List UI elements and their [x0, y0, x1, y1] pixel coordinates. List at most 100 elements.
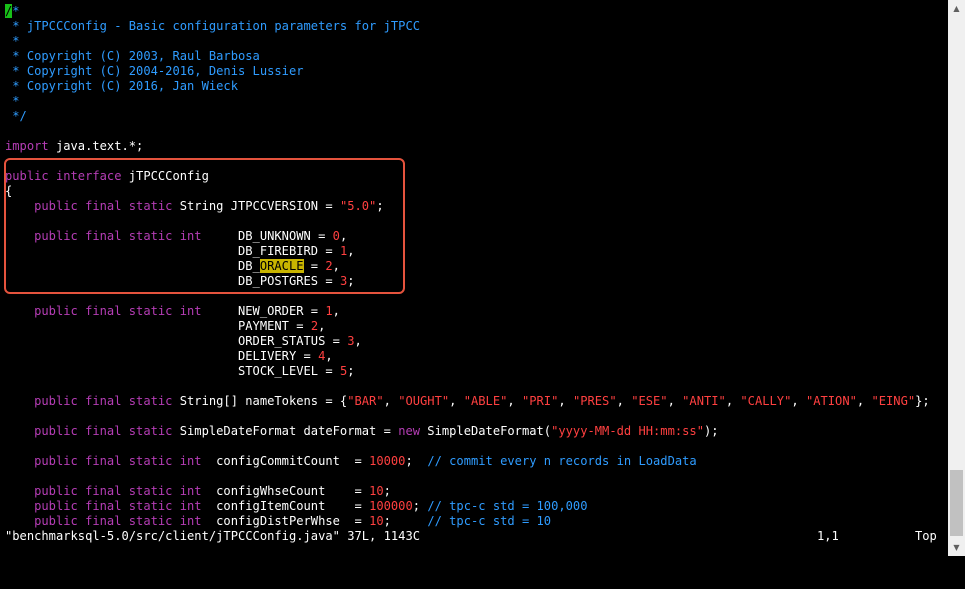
code-line: PAYMENT = 2,	[5, 319, 945, 334]
code-token: ;	[412, 499, 428, 513]
code-token: "5.0"	[339, 199, 377, 213]
code-token: ,	[725, 394, 741, 408]
code-token: 3	[347, 334, 355, 348]
code-token: ,	[354, 334, 362, 348]
code-line: public final static SimpleDateFormat dat…	[5, 424, 945, 439]
code-token: public final static	[5, 394, 173, 408]
code-token: ;	[376, 199, 384, 213]
code-line: */	[5, 109, 945, 124]
code-line: public interface jTPCCConfig	[5, 169, 945, 184]
code-token: public final static int	[5, 484, 202, 498]
code-token: 10	[369, 484, 384, 498]
code-token: ,	[347, 244, 355, 258]
code-token: ,	[332, 259, 340, 273]
code-token: ,	[507, 394, 522, 408]
code-token: =	[303, 259, 326, 273]
code-token: *	[12, 4, 20, 18]
code-token: */	[5, 109, 27, 123]
code-token: STOCK_LEVEL =	[5, 364, 340, 378]
code-token: ,	[449, 394, 464, 408]
code-token: "PRES"	[572, 394, 617, 408]
code-token: public final static	[5, 424, 173, 438]
code-line: * Copyright (C) 2004-2016, Denis Lussier	[5, 64, 945, 79]
code-token: };	[915, 394, 930, 408]
code-line: /*	[5, 4, 945, 19]
code-token: "CALLY"	[740, 394, 792, 408]
status-scroll-position: Top	[915, 529, 937, 543]
code-line: STOCK_LEVEL = 5;	[5, 364, 945, 379]
status-file-info: "benchmarksql-5.0/src/client/jTPCCConfig…	[5, 529, 421, 543]
code-token: java.text.*;	[48, 139, 144, 153]
code-token: 10000	[369, 454, 406, 468]
code-token: ,	[856, 394, 872, 408]
code-token: ,	[558, 394, 573, 408]
code-token: ,	[318, 319, 326, 333]
scroll-up-arrow-icon[interactable]: ▲	[948, 0, 965, 17]
code-line: * jTPCCConfig - Basic configuration para…	[5, 19, 945, 34]
code-token: "PRI"	[521, 394, 559, 408]
code-token: public final static	[5, 199, 173, 213]
code-token: String[] nameTokens = {	[172, 394, 348, 408]
code-token: "ABLE"	[463, 394, 508, 408]
vertical-scrollbar[interactable]: ▲ ▼	[948, 0, 965, 556]
code-line: *	[5, 94, 945, 109]
code-token: ;	[347, 274, 355, 288]
code-token: 1	[325, 304, 333, 318]
vim-editor-buffer[interactable]: /* * jTPCCConfig - Basic configuration p…	[5, 4, 945, 529]
code-token: * Copyright (C) 2016, Jan Wieck	[5, 79, 238, 93]
code-token: );	[704, 424, 719, 438]
scrollbar-thumb[interactable]	[950, 470, 963, 536]
code-token: 100000	[369, 499, 413, 513]
code-token: ,	[791, 394, 806, 408]
code-token: ;	[347, 364, 355, 378]
code-line: *	[5, 34, 945, 49]
code-token: DB_	[5, 259, 260, 273]
code-token: public final static int	[5, 454, 202, 468]
code-line: import java.text.*;	[5, 139, 945, 154]
status-cursor-position: 1,1	[817, 529, 839, 543]
code-token: * Copyright (C) 2004-2016, Denis Lussier	[5, 64, 304, 78]
code-line: public final static int configDistPerWhs…	[5, 514, 945, 529]
code-token: DELIVERY =	[5, 349, 319, 363]
code-token: ;	[383, 484, 391, 498]
code-token: "ESE"	[631, 394, 668, 408]
code-token: ,	[616, 394, 632, 408]
code-token: DB_UNKNOWN =	[201, 229, 333, 243]
code-token: configCommitCount =	[201, 454, 370, 468]
code-token: "yyyy-MM-dd HH:mm:ss"	[551, 424, 704, 438]
code-token: public interface	[5, 169, 122, 183]
code-line: * Copyright (C) 2003, Raul Barbosa	[5, 49, 945, 64]
code-token: "EING"	[871, 394, 916, 408]
code-line: {	[5, 184, 945, 199]
code-line: ORDER_STATUS = 3,	[5, 334, 945, 349]
code-line: DB_ORACLE = 2,	[5, 259, 945, 274]
code-token: {	[5, 184, 13, 198]
code-token: DB_POSTGRES =	[5, 274, 340, 288]
code-token: SimpleDateFormat dateFormat =	[172, 424, 399, 438]
code-line: DB_FIREBIRD = 1,	[5, 244, 945, 259]
code-token: public final static int	[5, 304, 202, 318]
code-token: // tpc-c std = 100,000	[427, 499, 588, 513]
code-token: * jTPCCConfig - Basic configuration para…	[5, 19, 421, 33]
code-token: ;	[405, 454, 428, 468]
code-token: ,	[325, 349, 333, 363]
code-token: new	[398, 424, 421, 438]
scroll-down-arrow-icon[interactable]: ▼	[948, 539, 965, 556]
code-token: ;	[383, 514, 428, 528]
code-line: public final static int NEW_ORDER = 1,	[5, 304, 945, 319]
code-line: DELIVERY = 4,	[5, 349, 945, 364]
code-token: 2	[325, 259, 333, 273]
code-token: *	[5, 94, 20, 108]
code-line: public final static String[] nameTokens …	[5, 394, 945, 409]
code-token: 2	[310, 319, 319, 333]
code-token: * Copyright (C) 2003, Raul Barbosa	[5, 49, 260, 63]
code-token: PAYMENT =	[5, 319, 311, 333]
code-line: DB_POSTGRES = 3;	[5, 274, 945, 289]
search-match-highlight: ORACLE	[259, 259, 304, 273]
code-token: ,	[667, 394, 683, 408]
